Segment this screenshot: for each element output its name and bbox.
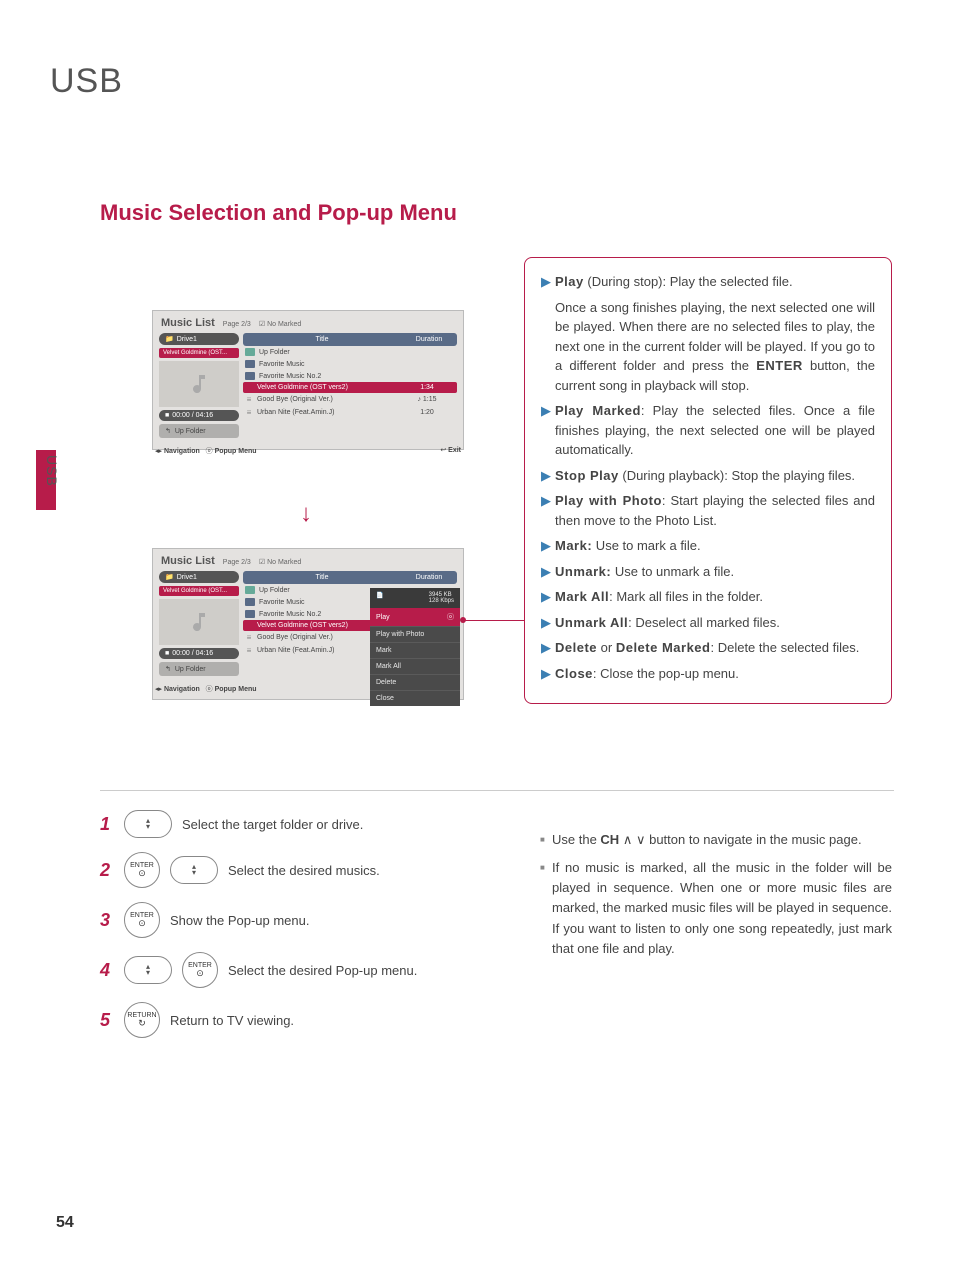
popup-item-play-with-photo: Play with Photo [370,626,460,642]
page-number: 54 [56,1214,74,1232]
step-2: 2 ENTER⊙ ▴▾ Select the desired musics. [100,852,500,888]
list-item: Up Folder [243,346,457,358]
step-1: 1 ▴▾ Select the target folder or drive. [100,810,500,838]
screenshot-footer: ◂▸ Navigation ⓞ Popup Menu ↩ Exit [153,442,463,456]
music-list-heading: Music List [161,555,215,567]
list-item-selected: Velvet Goldmine (OST vers2)1:34 [243,382,457,393]
drive-label: 📁 Drive1 [159,333,239,345]
music-list-screenshot-1: Music List Page 2/3 ☑ No Marked 📁 Drive1… [152,310,464,450]
popup-item-close: Close [370,690,460,706]
music-list-marked: ☑ No Marked [259,558,301,566]
nav-button-icon: ▴▾ [124,810,172,838]
popup-item-mark: Mark [370,642,460,658]
section-divider [100,790,894,791]
drive-selected-item: Velvet Goldmine (OST... [159,586,239,596]
list-item: Favorite Music [243,358,457,370]
enter-button-icon: ENTER⊙ [182,952,218,988]
up-folder-button: ↰ Up Folder [159,424,239,438]
table-header: TitleDuration [243,333,457,346]
up-folder-button: ↰ Up Folder [159,662,239,676]
down-arrow-icon: ↓ [300,500,312,528]
nav-button-icon: ▴▾ [124,956,172,984]
return-button-icon: RETURN↻ [124,1002,160,1038]
music-list-page: Page 2/3 [223,559,251,566]
music-list-heading: Music List [161,317,215,329]
step-4: 4 ▴▾ ENTER⊙ Select the desired Pop-up me… [100,952,500,988]
steps-list: 1 ▴▾ Select the target folder or drive. … [100,796,500,1052]
popup-menu: 📄 3945 KB128 Kbps Playⓞ Play with Photo … [370,588,460,706]
playback-time: ■ 00:00 / 04:16 [159,410,239,421]
callout-connector [463,620,525,622]
step-3: 3 ENTER⊙ Show the Pop-up menu. [100,902,500,938]
drive-label: 📁 Drive1 [159,571,239,583]
popup-item-mark-all: Mark All [370,658,460,674]
music-list-page: Page 2/3 [223,321,251,328]
popup-item-play: Playⓞ [370,608,460,626]
drive-selected-item: Velvet Goldmine (OST... [159,348,239,358]
step-5: 5 RETURN↻ Return to TV viewing. [100,1002,500,1038]
usage-notes: ■Use the CH ∧ ∨ button to navigate in th… [540,830,892,967]
playback-time: ■ 00:00 / 04:16 [159,648,239,659]
popup-file-info: 📄 3945 KB128 Kbps [370,588,460,608]
nav-button-icon: ▴▾ [170,856,218,884]
table-header: TitleDuration [243,571,457,584]
sidebar-section-label: USB [44,455,60,487]
page-title: USB [50,62,123,101]
list-item: ≡Good Bye (Original Ver.)♪ 1:15 [243,393,457,406]
music-list-marked: ☑ No Marked [259,320,301,328]
music-thumbnail [159,361,239,407]
popup-item-delete: Delete [370,674,460,690]
enter-button-icon: ENTER⊙ [124,852,160,888]
enter-button-icon: ENTER⊙ [124,902,160,938]
music-thumbnail [159,599,239,645]
popup-descriptions-box: ▶Play (During stop): Play the selected f… [524,257,892,704]
list-item: Favorite Music No.2 [243,370,457,382]
section-title: Music Selection and Pop-up Menu [100,200,457,226]
list-item: ≡Urban Nite (Feat.Amin.J)1:20 [243,406,457,419]
